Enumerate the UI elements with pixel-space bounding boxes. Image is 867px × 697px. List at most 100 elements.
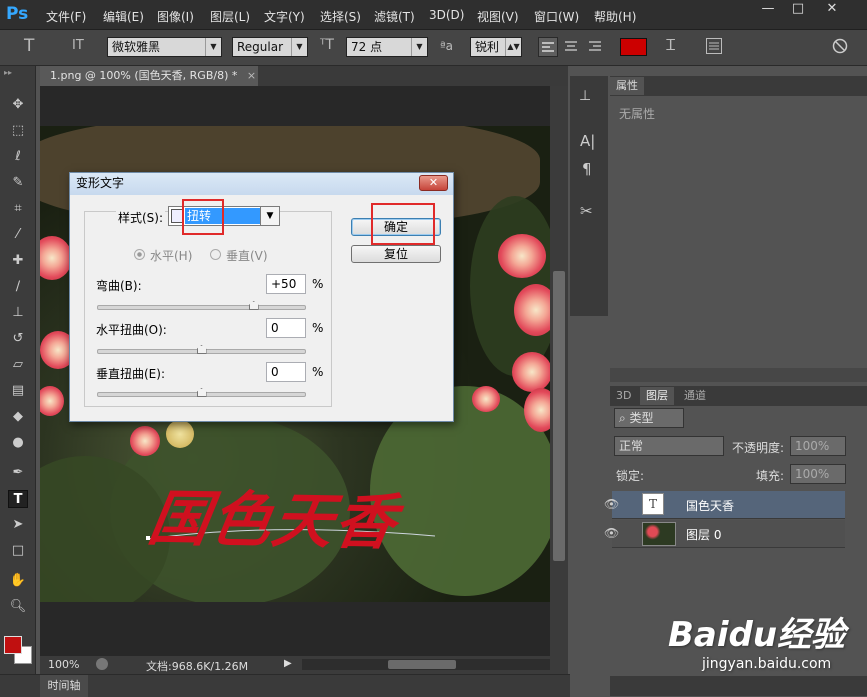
menu-type[interactable]: 文字(Y) bbox=[264, 8, 305, 25]
tab-layers[interactable]: 图层 bbox=[640, 387, 674, 405]
menu-3d[interactable]: 3D(D) bbox=[429, 8, 464, 22]
warped-text[interactable]: 国色天香 bbox=[143, 470, 404, 561]
dialog-close-button[interactable]: ✕ bbox=[419, 175, 448, 191]
visibility-eye-icon[interactable]: 👁︎ bbox=[604, 526, 619, 540]
status-bar: 100% 文档:968.6K/1.26M ▶ bbox=[40, 656, 568, 674]
move-tool-icon[interactable]: ✥ bbox=[8, 96, 28, 114]
menu-file[interactable]: 文件(F) bbox=[46, 8, 86, 25]
warp-text-icon[interactable]: Ꮖ bbox=[666, 36, 676, 54]
font-size-select[interactable]: 72 点 ▼ bbox=[346, 37, 428, 57]
path-selection-tool-icon[interactable]: ➤ bbox=[8, 516, 28, 534]
zoom-level[interactable]: 100% bbox=[48, 658, 79, 671]
font-family-select[interactable]: 微软雅黑 ▼ bbox=[107, 37, 222, 57]
text-orientation-icon[interactable]: IT bbox=[72, 38, 84, 53]
properties-tabbar bbox=[610, 76, 867, 96]
align-right-icon[interactable] bbox=[586, 37, 606, 57]
align-left-icon[interactable] bbox=[538, 37, 558, 57]
eraser-tool-icon[interactable]: ▱ bbox=[8, 356, 28, 374]
blur-tool-icon[interactable]: ◆ bbox=[8, 408, 28, 426]
history-brush-tool-icon[interactable]: ↺ bbox=[8, 330, 28, 348]
warp-text-dialog: 变形文字 ✕ 样式(S): 扭转 ▼ 水平(H) 垂直(V) 弯曲(B): +5… bbox=[69, 172, 454, 422]
minimize-button[interactable]: — bbox=[756, 0, 780, 20]
document-tab[interactable]: 1.png @ 100% (国色天香, RGB/8) * × bbox=[40, 66, 258, 86]
pen-tool-icon[interactable]: ✒ bbox=[8, 464, 28, 482]
clone-stamp-tool-icon[interactable]: ⊥ bbox=[8, 304, 28, 322]
close-window-button[interactable]: ✕ bbox=[820, 0, 844, 20]
vertical-distortion-percent: % bbox=[312, 365, 324, 379]
tab-timeline[interactable]: 时间轴 bbox=[40, 675, 88, 697]
fill-label: 填充: bbox=[756, 469, 785, 483]
panel-collapse-icon[interactable]: ▸▸ bbox=[4, 68, 12, 77]
character-panel-dock-icon[interactable]: A| bbox=[580, 132, 595, 150]
menu-help[interactable]: 帮助(H) bbox=[594, 8, 636, 25]
document-size: 文档:968.6K/1.26M bbox=[146, 660, 249, 673]
vertical-distortion-input[interactable]: 0 bbox=[266, 362, 306, 382]
rectangle-tool-icon[interactable]: □ bbox=[8, 542, 28, 560]
opacity-label: 不透明度: bbox=[732, 441, 785, 455]
hand-tool-icon[interactable]: ✋ bbox=[8, 572, 28, 590]
menu-image[interactable]: 图像(I) bbox=[157, 8, 194, 25]
healing-brush-tool-icon[interactable]: ✚ bbox=[8, 252, 28, 270]
photoshop-logo: Ps bbox=[6, 4, 29, 24]
zoom-tool-icon[interactable]: 🔍︎ bbox=[8, 598, 28, 616]
bend-percent: % bbox=[312, 277, 324, 291]
bend-slider-track[interactable] bbox=[97, 305, 306, 310]
status-arrow-icon[interactable]: ▶ bbox=[284, 658, 292, 669]
antialias-select[interactable]: 锐利 ▲▼ bbox=[470, 37, 522, 57]
marquee-tool-icon[interactable]: ⬚ bbox=[8, 122, 28, 140]
text-color-swatch[interactable] bbox=[620, 38, 647, 56]
visibility-eye-icon[interactable]: 👁︎ bbox=[604, 497, 619, 511]
no-properties-text: 无属性 bbox=[619, 107, 656, 121]
lasso-tool-icon[interactable]: ℓ bbox=[8, 148, 28, 166]
gradient-tool-icon[interactable]: ▤ bbox=[8, 382, 28, 400]
tab-channels[interactable]: 通道 bbox=[678, 387, 712, 405]
tool-presets-icon[interactable]: ✂ bbox=[580, 202, 593, 220]
bend-input[interactable]: +50 bbox=[266, 274, 306, 294]
font-style-select[interactable]: Regular ▼ bbox=[232, 37, 308, 57]
menu-window[interactable]: 窗口(W) bbox=[534, 8, 579, 25]
paragraph-panel-icon[interactable]: ¶ bbox=[582, 160, 592, 178]
crop-tool-icon[interactable]: ⌗ bbox=[8, 200, 28, 218]
align-center-icon[interactable] bbox=[562, 37, 582, 57]
style-label: 样式(S): bbox=[116, 209, 166, 226]
vertical-scrollbar[interactable] bbox=[550, 86, 568, 656]
panel-icon-dock bbox=[570, 76, 608, 316]
close-tab-icon[interactable]: × bbox=[247, 69, 256, 82]
menu-view[interactable]: 视图(V) bbox=[477, 8, 519, 25]
foreground-color-swatch[interactable] bbox=[4, 636, 22, 654]
menu-bar: Ps 文件(F) 编辑(E) 图像(I) 图层(L) 文字(Y) 选择(S) 滤… bbox=[0, 0, 867, 30]
layer-name: 图层 0 bbox=[686, 528, 722, 542]
vertical-radio[interactable] bbox=[210, 249, 221, 260]
layer-filter-select[interactable]: ⌕ 类型 bbox=[614, 408, 684, 428]
brush-tool-icon[interactable]: ∕ bbox=[8, 278, 28, 296]
maximize-button[interactable]: □ bbox=[786, 0, 810, 20]
status-menu-icon[interactable] bbox=[96, 658, 108, 670]
tab-3d[interactable]: 3D bbox=[610, 387, 637, 405]
reset-button[interactable]: 复位 bbox=[351, 245, 441, 263]
menu-edit[interactable]: 编辑(E) bbox=[103, 8, 144, 25]
layer-row-image[interactable]: 👁︎ 图层 0 bbox=[604, 520, 845, 548]
layer-name: 国色天香 bbox=[686, 499, 735, 513]
menu-layer[interactable]: 图层(L) bbox=[210, 8, 250, 25]
horizontal-radio[interactable] bbox=[134, 249, 145, 260]
type-tool-preset-icon[interactable]: T bbox=[24, 36, 34, 56]
menu-filter[interactable]: 滤镜(T) bbox=[374, 8, 415, 25]
tab-properties[interactable]: 属性 bbox=[610, 77, 644, 95]
properties-footer bbox=[610, 368, 867, 382]
fill-input[interactable]: 100% bbox=[790, 464, 846, 484]
quick-select-tool-icon[interactable]: ✎ bbox=[8, 174, 28, 192]
horizontal-distortion-input[interactable]: 0 bbox=[266, 318, 306, 338]
dodge-tool-icon[interactable]: ● bbox=[8, 434, 28, 452]
cancel-icon[interactable] bbox=[832, 38, 848, 57]
opacity-input[interactable]: 100% bbox=[790, 436, 846, 456]
layer-row-text[interactable]: 👁︎ T 国色天香 bbox=[604, 491, 845, 519]
style-dropdown-arrow[interactable]: ▼ bbox=[260, 206, 280, 226]
horizontal-scrollbar[interactable] bbox=[302, 659, 550, 670]
character-panel-icon[interactable] bbox=[706, 38, 722, 54]
blend-mode-select[interactable]: 正常 bbox=[614, 436, 724, 456]
type-tool-icon[interactable]: T bbox=[8, 490, 28, 508]
antialias-icon: ªa bbox=[440, 39, 454, 53]
eyedropper-tool-icon[interactable]: ⁄ bbox=[8, 226, 28, 244]
history-panel-icon[interactable]: ⊥ bbox=[579, 88, 591, 104]
menu-select[interactable]: 选择(S) bbox=[320, 8, 361, 25]
